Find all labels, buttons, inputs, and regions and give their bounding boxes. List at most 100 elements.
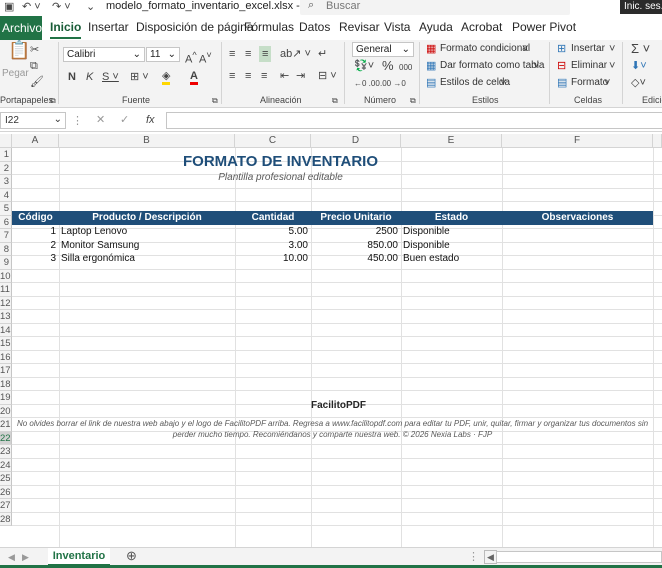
row-header[interactable]: 9 — [0, 256, 12, 270]
row-header[interactable]: 12 — [0, 296, 12, 310]
delete-cells-icon[interactable]: ⊟ — [557, 60, 566, 72]
accounting-format-icon[interactable]: 💱˅ — [354, 60, 374, 72]
tab-acrobat[interactable]: Acrobat — [461, 20, 502, 34]
column-header-d[interactable]: D — [311, 134, 401, 148]
insert-cells-icon[interactable]: ⊞ — [557, 43, 566, 55]
cell-quantity[interactable]: 3.00 — [235, 239, 308, 252]
column-header-c[interactable]: C — [235, 134, 311, 148]
format-cells-icon[interactable]: ▤ — [557, 77, 567, 89]
header-quantity[interactable]: Cantidad — [235, 211, 311, 225]
conditional-format-icon[interactable]: ▦ — [426, 43, 436, 55]
row-header[interactable]: 18 — [0, 377, 12, 391]
more-tabs-icon[interactable]: ⋮ — [468, 551, 479, 563]
column-header-b[interactable]: B — [59, 134, 235, 148]
format-painter-icon[interactable]: 🖌 — [30, 76, 44, 88]
row-header[interactable]: 2 — [0, 161, 12, 175]
tab-view[interactable]: Vista — [384, 20, 410, 34]
wrap-text-icon[interactable]: ↵ — [318, 48, 327, 60]
cell-quantity[interactable]: 5.00 — [235, 225, 308, 238]
column-header-e[interactable]: E — [401, 134, 502, 148]
cell-product[interactable]: Monitor Samsung — [61, 239, 139, 252]
row-header[interactable]: 26 — [0, 485, 12, 499]
row-header[interactable]: 8 — [0, 242, 12, 256]
cell-price[interactable]: 850.00 — [311, 239, 398, 252]
decrease-indent-icon[interactable]: ⇤ — [280, 70, 289, 82]
header-code[interactable]: Código — [12, 211, 59, 225]
cell-product[interactable]: Laptop Lenovo — [61, 225, 127, 238]
delete-cells-button[interactable]: Eliminar — [571, 60, 607, 71]
scroll-left-icon[interactable]: ◀ — [8, 551, 15, 563]
cell-code[interactable]: 1 — [12, 225, 56, 238]
fill-icon[interactable]: ⬇˅ — [631, 60, 647, 72]
row-header[interactable]: 23 — [0, 445, 12, 459]
clear-icon[interactable]: ◇˅ — [631, 77, 646, 89]
conditional-format-button[interactable]: Formato condicional — [440, 43, 530, 54]
row-header[interactable]: 6 — [0, 215, 12, 229]
row-header[interactable]: 10 — [0, 269, 12, 283]
column-header-a[interactable]: A — [12, 134, 59, 148]
format-as-table-button[interactable]: Dar formato como tabla — [440, 60, 545, 71]
tab-file[interactable]: Archivo — [0, 16, 42, 40]
tab-power-pivot[interactable]: Power Pivot — [512, 20, 576, 34]
sheet-title[interactable]: FORMATO DE INVENTARIO — [59, 153, 502, 170]
row-header[interactable]: 4 — [0, 188, 12, 202]
header-product[interactable]: Producto / Descripción — [59, 211, 235, 225]
grow-font-icon[interactable]: A^ — [185, 49, 197, 66]
cell-styles-icon[interactable]: ▤ — [426, 77, 436, 89]
row-header[interactable]: 17 — [0, 364, 12, 378]
undo-icon[interactable]: ↶ ˅ — [22, 0, 41, 13]
header-observations[interactable]: Observaciones — [502, 211, 653, 225]
row-header[interactable]: 1 — [0, 148, 12, 162]
clipboard-launcher-icon[interactable]: ⧉ — [50, 95, 56, 107]
horizontal-scrollbar[interactable] — [496, 551, 662, 563]
comma-style-icon[interactable]: 000 — [399, 62, 412, 74]
column-header-g[interactable] — [653, 134, 662, 148]
brand-cell[interactable]: FacilitoPDF — [311, 400, 366, 411]
italic-icon[interactable]: K — [86, 71, 93, 83]
add-sheet-icon[interactable]: ⊕ — [126, 549, 137, 562]
row-header[interactable]: 21 — [0, 418, 12, 432]
cell-code[interactable]: 3 — [12, 252, 56, 265]
hscroll-left-icon[interactable]: ◀ — [484, 550, 497, 564]
row-header[interactable]: 5 — [0, 202, 12, 216]
row-header[interactable]: 25 — [0, 472, 12, 486]
row-header[interactable]: 15 — [0, 337, 12, 351]
column-header-f[interactable]: F — [502, 134, 653, 148]
search-box[interactable]: ⌕ Buscar — [300, 0, 570, 15]
font-launcher-icon[interactable]: ⧉ — [212, 95, 218, 107]
tab-insert[interactable]: Insertar — [88, 20, 129, 34]
insert-cells-button[interactable]: Insertar — [571, 43, 605, 54]
row-header[interactable]: 3 — [0, 175, 12, 189]
shrink-font-icon[interactable]: A˅ — [199, 49, 212, 66]
row-header[interactable]: 24 — [0, 458, 12, 472]
cell-status[interactable]: Disponible — [403, 239, 450, 252]
cell-price[interactable]: 450.00 — [311, 252, 398, 265]
decrease-decimal-icon[interactable]: .00 →0 — [380, 78, 406, 90]
underline-icon[interactable]: S ˅ — [102, 71, 119, 83]
orientation-icon[interactable]: ab↗ ˅ — [280, 48, 311, 60]
row-header[interactable]: 27 — [0, 499, 12, 513]
header-status[interactable]: Estado — [401, 211, 502, 225]
cell-product[interactable]: Silla ergonómica — [61, 252, 135, 265]
scroll-right-icon[interactable]: ▶ — [22, 551, 29, 563]
tab-review[interactable]: Revisar — [339, 20, 380, 34]
save-icon[interactable]: ▣ — [4, 0, 14, 13]
number-launcher-icon[interactable]: ⧉ — [410, 95, 416, 107]
format-cells-button[interactable]: Formato — [571, 77, 608, 88]
row-header[interactable]: 20 — [0, 404, 12, 418]
align-right-icon[interactable]: ≡ — [261, 70, 267, 82]
increase-decimal-icon[interactable]: ←0 .00 — [354, 78, 380, 90]
sign-in-button[interactable]: Inic. ses. — [620, 0, 662, 14]
select-all-corner[interactable] — [0, 134, 12, 148]
worksheet-grid[interactable]: A B C D E F 1 2 3 4 5 6 7 8 9 10 11 12 13 14 15 16 17 18 1… — [0, 134, 662, 547]
sheet-subtitle[interactable]: Plantilla profesional editable — [59, 172, 502, 183]
font-name-select[interactable]: Calibri ⌄ — [63, 47, 145, 62]
cell-status[interactable]: Buen estado — [403, 252, 459, 265]
align-middle-icon[interactable]: ≡ — [245, 48, 251, 60]
merge-center-icon[interactable]: ⊟ ˅ — [318, 70, 337, 82]
tab-page-layout[interactable]: Disposición de página — [136, 20, 253, 34]
row-header[interactable]: 16 — [0, 350, 12, 364]
tab-data[interactable]: Datos — [299, 20, 330, 34]
sheet-tab-inventario[interactable]: Inventario — [48, 548, 110, 566]
tab-formulas[interactable]: Fórmulas — [244, 20, 294, 34]
